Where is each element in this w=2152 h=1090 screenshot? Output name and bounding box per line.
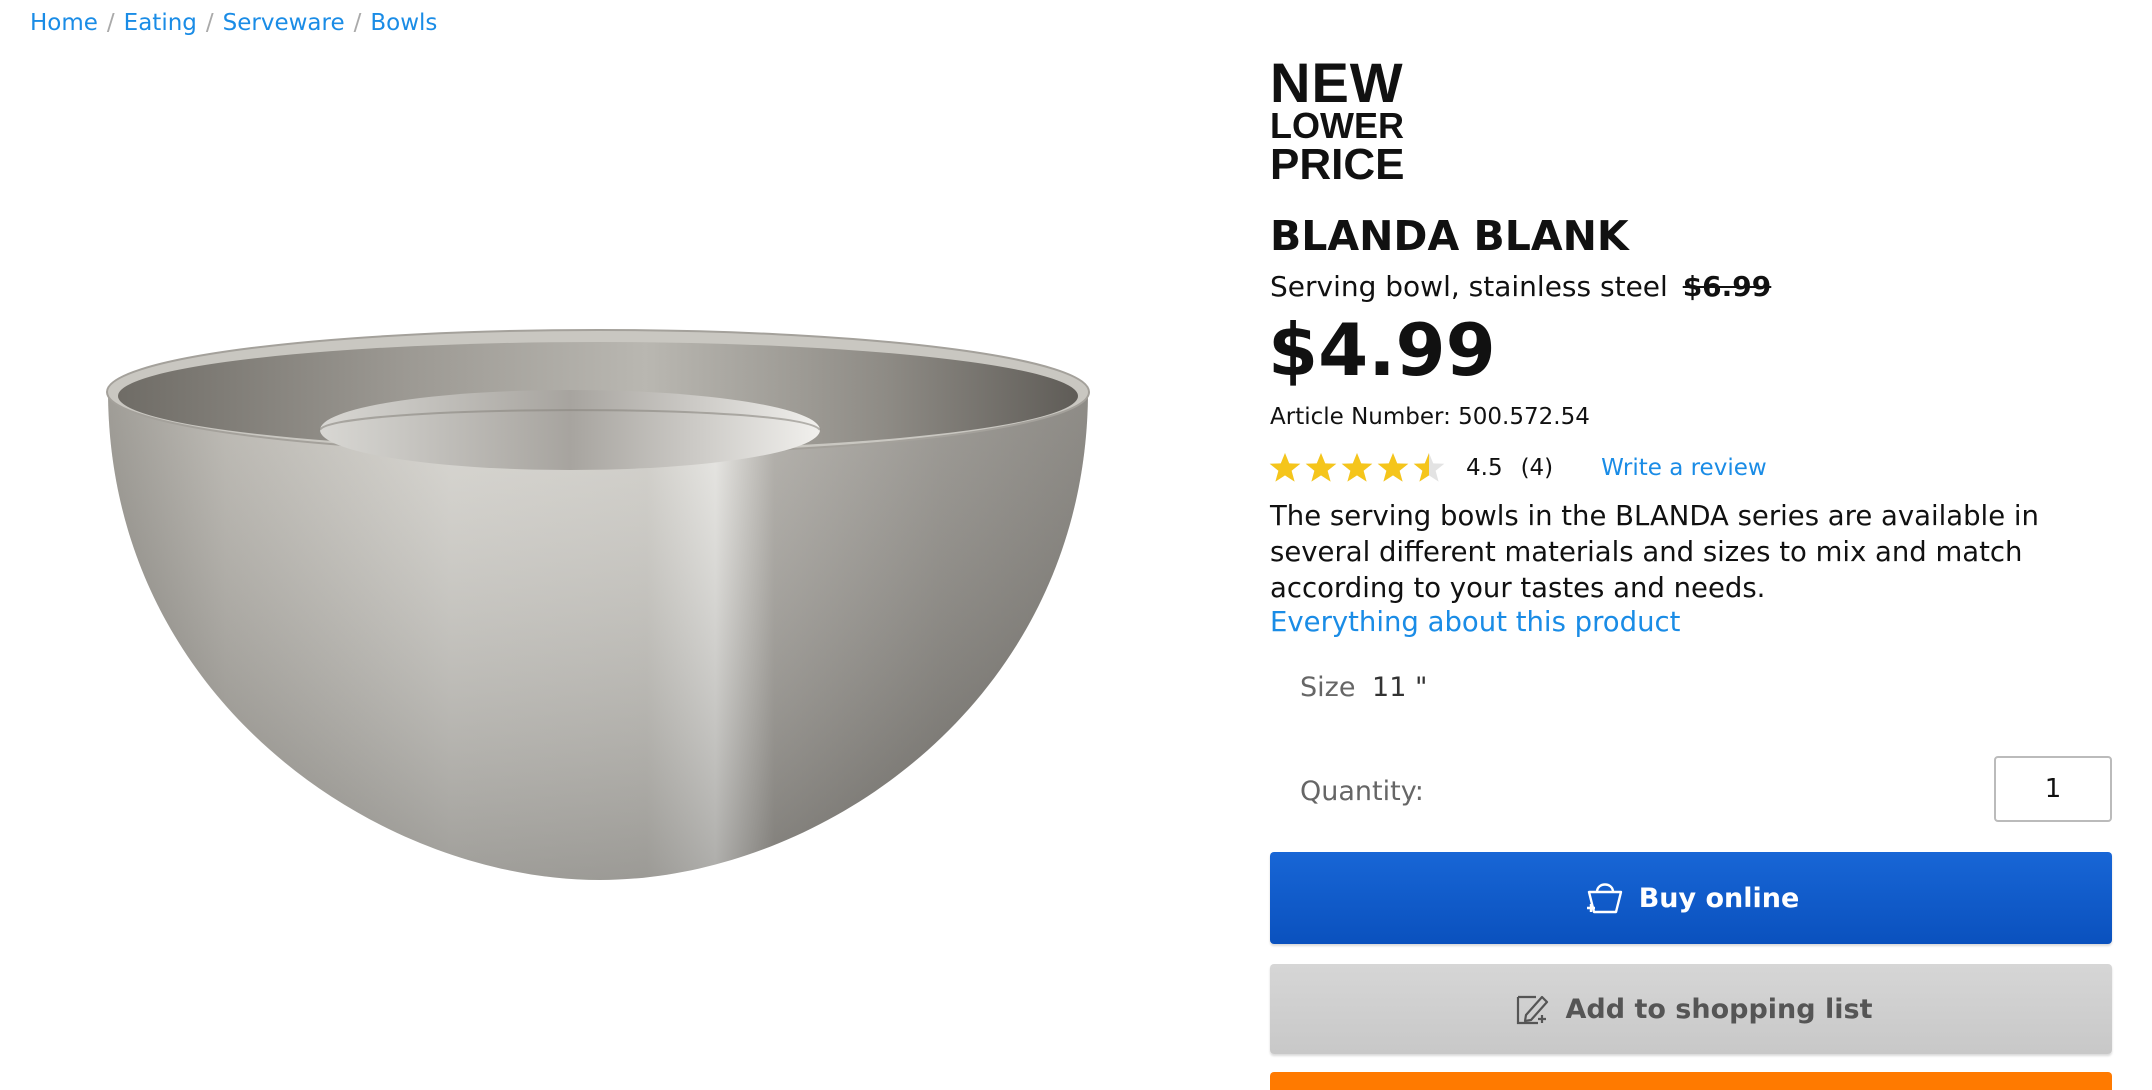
rating-value: 4.5 xyxy=(1466,455,1503,481)
rating-count[interactable]: (4) xyxy=(1521,455,1554,481)
orange-action-button[interactable] xyxy=(1270,1072,2112,1090)
breadcrumb-home[interactable]: Home xyxy=(30,10,98,36)
breadcrumb-separator: / xyxy=(106,10,115,36)
buy-online-label: Buy online xyxy=(1638,882,1800,914)
new-lower-price-badge: NEW LOWER PRICE xyxy=(1270,51,1405,189)
breadcrumb-serveware[interactable]: Serveware xyxy=(223,10,345,36)
rating-stars[interactable] xyxy=(1268,451,1448,485)
size-label: Size xyxy=(1300,672,1356,703)
article-number-label: Article Number: xyxy=(1270,404,1451,430)
shopping-basket-icon xyxy=(1586,883,1622,914)
breadcrumb-separator: / xyxy=(353,10,362,36)
breadcrumb-bowls[interactable]: Bowls xyxy=(370,10,437,36)
product-description: The serving bowls in the BLANDA series a… xyxy=(1270,500,2039,604)
product-image[interactable] xyxy=(100,320,1100,890)
star-icon xyxy=(1377,453,1409,482)
star-icon xyxy=(1413,453,1445,482)
article-number-value: 500.572.54 xyxy=(1458,404,1590,430)
add-to-shopping-list-button[interactable]: Add to shopping list xyxy=(1270,964,2112,1054)
size-row: Size 11 " xyxy=(1300,672,1427,703)
breadcrumb-separator: / xyxy=(205,10,214,36)
star-icon xyxy=(1305,453,1337,482)
star-icon xyxy=(1269,453,1301,482)
article-number: Article Number: 500.572.54 xyxy=(1270,404,1590,430)
product-short-description: Serving bowl, stainless steel xyxy=(1270,270,1668,303)
promo-badge-line: LOWER xyxy=(1270,105,1404,147)
star-icon xyxy=(1341,453,1373,482)
old-price: $6.99 xyxy=(1682,270,1772,303)
edit-list-icon xyxy=(1516,995,1548,1025)
promo-badge-line: PRICE xyxy=(1270,139,1405,189)
product-subtitle: Serving bowl, stainless steel $6.99 xyxy=(1270,270,1771,303)
buy-online-button[interactable]: Buy online xyxy=(1270,852,2112,944)
breadcrumb: Home / Eating / Serveware / Bowls xyxy=(30,10,437,36)
everything-about-product-link[interactable]: Everything about this product xyxy=(1270,606,1680,638)
size-value: 11 " xyxy=(1372,672,1428,703)
write-review-link[interactable]: Write a review xyxy=(1601,455,1767,481)
product-page: Home / Eating / Serveware / Bowls NEW LO… xyxy=(0,0,2152,1090)
add-to-shopping-list-label: Add to shopping list xyxy=(1565,993,1873,1025)
product-price: $4.99 xyxy=(1268,308,1496,392)
quantity-label: Quantity: xyxy=(1300,776,1424,807)
quantity-input[interactable] xyxy=(1994,756,2112,822)
rating-row: 4.5 (4) Write a review xyxy=(1268,448,1767,488)
promo-badge-line: NEW xyxy=(1270,51,1404,114)
product-name: BLANDA BLANK xyxy=(1270,212,1629,260)
breadcrumb-eating[interactable]: Eating xyxy=(124,10,197,36)
